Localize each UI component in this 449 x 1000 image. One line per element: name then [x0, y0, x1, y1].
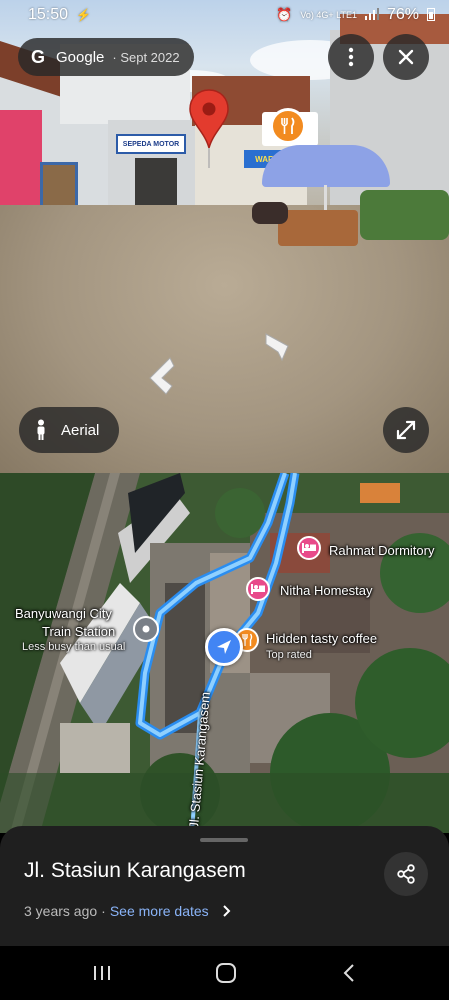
train-station-busyness: Less busy than usual [22, 641, 126, 653]
restaurant-icon [281, 117, 295, 134]
more-options-button[interactable] [328, 34, 374, 80]
share-icon [397, 864, 415, 884]
navigation-arrow-icon [217, 640, 231, 654]
signal-icon [364, 7, 379, 23]
system-navigation-bar [0, 946, 449, 1000]
alarm-icon: ⏰ [276, 7, 293, 22]
nav-arrow-right[interactable] [262, 332, 292, 362]
shop-sign-text: SEPEDA MOTOR [122, 140, 180, 148]
capture-age: 3 years ago [24, 903, 98, 919]
capture-date: · Sept 2022 [112, 49, 180, 65]
hotel-icon [251, 584, 265, 594]
current-location-marker[interactable] [205, 628, 243, 666]
satellite-map[interactable]: Banyuwangi City Train Station Less busy … [0, 473, 449, 833]
network-indicator: Vo) 4G+ LTE1 [300, 10, 357, 20]
chevron-right-icon[interactable] [219, 904, 233, 918]
red-location-pin-icon [189, 89, 229, 168]
nav-arrow-left[interactable] [144, 356, 178, 396]
imagery-source-chip[interactable]: G Google · Sept 2022 [18, 38, 194, 76]
restaurant-marker[interactable] [270, 108, 306, 144]
meta-separator: · [101, 903, 106, 919]
shop-sign: SEPEDA MOTOR [116, 134, 186, 154]
planters [360, 190, 449, 240]
provider-label: Google [56, 48, 105, 66]
expand-button[interactable] [383, 407, 429, 453]
patio-tables [278, 210, 358, 246]
aerial-button[interactable]: Aerial [19, 407, 120, 453]
street-name-title: Jl. Stasiun Karangasem [24, 859, 246, 882]
rahmat-dormitory-label: Rahmat Dormitory [329, 543, 435, 558]
hidden-tasty-coffee-rating: Top rated [266, 649, 312, 661]
train-station-label-line1: Banyuwangi City [15, 606, 112, 621]
status-bar: 15:50 ⚡ ⏰ Vo) 4G+ LTE1 76% [0, 0, 449, 30]
street-view-panorama[interactable]: SEPEDA MOTOR WARUNG PR 15:50 ⚡ ⏰ Vo) 4G+… [0, 0, 449, 473]
nitha-homestay-pin[interactable] [246, 577, 270, 601]
person-icon [37, 419, 45, 440]
motorbike [252, 202, 288, 224]
hotel-icon [302, 543, 316, 553]
close-icon [398, 49, 414, 65]
rahmat-dormitory-pin[interactable] [297, 536, 321, 560]
garage-opening [135, 158, 177, 206]
expand-icon [396, 420, 416, 440]
see-more-dates-link[interactable]: See more dates [110, 903, 209, 919]
patio-umbrella [262, 145, 390, 187]
battery-percentage: 76% [386, 6, 419, 23]
train-station-pin[interactable] [133, 616, 159, 642]
location-info-sheet[interactable]: Jl. Stasiun Karangasem 3 years ago · See… [0, 826, 449, 946]
google-g-icon: G [30, 46, 45, 67]
train-station-label-line2: Train Station [42, 624, 116, 639]
more-vert-icon [348, 47, 354, 67]
battery-icon [427, 7, 435, 24]
back-icon[interactable] [341, 963, 357, 983]
aerial-label: Aerial [61, 421, 100, 439]
status-time: 15:50 [28, 6, 69, 23]
hidden-tasty-coffee-label: Hidden tasty coffee [266, 631, 378, 646]
nitha-homestay-label: Nitha Homestay [280, 583, 373, 598]
share-button[interactable] [384, 852, 428, 896]
sheet-drag-handle[interactable] [200, 838, 248, 842]
home-icon[interactable] [215, 962, 237, 984]
train-station-icon [142, 625, 150, 633]
capture-age-row: 3 years ago · See more dates [24, 903, 233, 919]
recent-apps-icon[interactable] [92, 964, 112, 982]
sync-icon: ⚡ [76, 8, 91, 22]
close-button[interactable] [383, 34, 429, 80]
